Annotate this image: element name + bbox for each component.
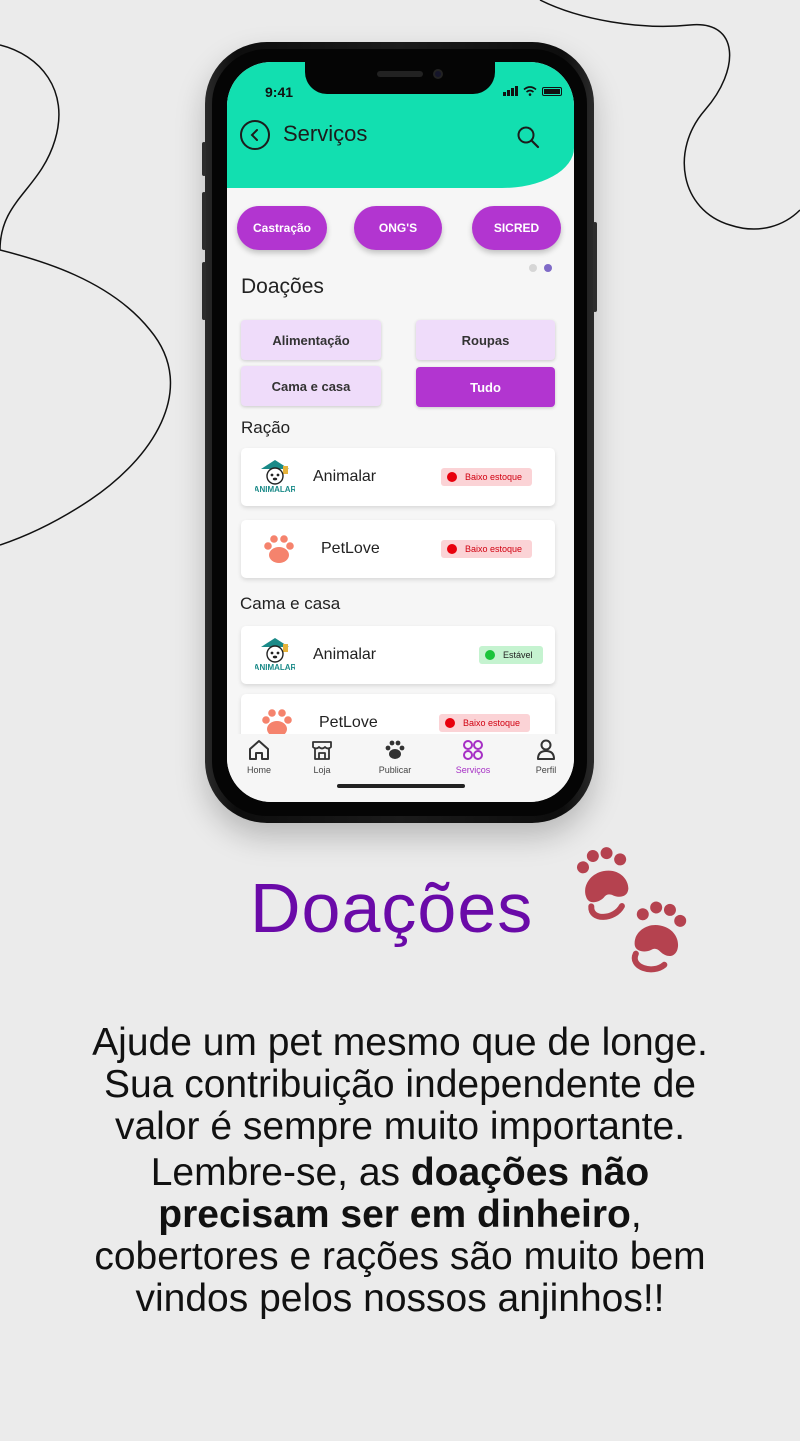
filter-tudo[interactable]: Tudo: [416, 367, 555, 407]
tab-label: Perfil: [535, 765, 557, 775]
carousel-dots: [529, 264, 552, 272]
text-line: Lembre-se, as doações não: [40, 1152, 760, 1194]
paw-prints-icon: [576, 847, 687, 973]
wifi-icon: [523, 86, 537, 96]
home-indicator: [337, 784, 465, 788]
home-icon: [249, 740, 269, 760]
paw-logo: [264, 535, 294, 563]
status-badge: Baixo estoque: [441, 540, 533, 558]
filter-alimentacao[interactable]: Alimentação: [241, 320, 381, 360]
text-line: cobertores e rações são muito bem: [94, 1235, 706, 1278]
animalar-logo: ANIMALAR: [255, 460, 295, 494]
tab-label: Loja: [313, 765, 331, 775]
page-title: Serviços: [283, 121, 368, 146]
filter-cama-casa[interactable]: Cama e casa: [241, 366, 381, 406]
group-title-racao: Ração: [241, 418, 291, 437]
promo-paragraph-1: Ajude um pet mesmo que de longe. Sua con…: [40, 1022, 760, 1148]
tab-servicos[interactable]: Serviços: [443, 738, 503, 775]
text-line: valor é sempre muito importante.: [114, 1105, 686, 1148]
phone-mockup: 9:41 Serviços Castração ONG'S SICRED Doa…: [202, 42, 597, 823]
logo-text: ANIMALAR: [255, 663, 295, 672]
filter-roupas[interactable]: Roupas: [416, 320, 555, 360]
status-badge: Estável: [479, 646, 543, 664]
bold-fragment: doações não: [410, 1151, 650, 1194]
promo-paragraph-2: Lembre-se, as doações não precisam ser e…: [40, 1152, 760, 1320]
tab-loja[interactable]: Loja: [292, 738, 352, 775]
status-badge: Baixo estoque: [441, 468, 533, 486]
app-screen: 9:41 Serviços Castração ONG'S SICRED Doa…: [227, 62, 574, 802]
back-button[interactable]: [240, 120, 270, 150]
status-badge: Baixo estoque: [439, 714, 531, 732]
status-icons: [503, 86, 562, 96]
chip-castracao[interactable]: Castração: [237, 206, 327, 250]
text-fragment: ,: [630, 1193, 642, 1236]
section-title: Doações: [241, 275, 324, 298]
logo-text: ANIMALAR: [255, 485, 295, 494]
item-name: Animalar: [313, 646, 377, 663]
chip-sicred[interactable]: SICRED: [472, 206, 561, 250]
status-time: 9:41: [265, 84, 294, 100]
user-icon: [537, 739, 555, 760]
text-line: Sua contribuição independente de: [104, 1063, 696, 1106]
grid-icon: [463, 740, 483, 760]
chevron-left-icon: [250, 129, 258, 141]
list-item[interactable]: ANIMALAR Animalar Baixo estoque: [241, 448, 555, 506]
promo-title: Doações: [250, 869, 534, 947]
text-line: precisam ser em dinheiro,: [40, 1194, 760, 1236]
tab-perfil[interactable]: Perfil: [516, 738, 574, 775]
tab-publicar[interactable]: Publicar: [365, 738, 425, 775]
list-item[interactable]: ANIMALAR Animalar Estável: [241, 626, 555, 684]
tab-label: Home: [246, 765, 271, 775]
group-title-cama-casa: Cama e casa: [240, 594, 341, 613]
item-name: PetLove: [319, 714, 378, 731]
tab-bar: Home Loja Publicar Serviços Perfil: [227, 734, 574, 802]
store-icon: [312, 741, 332, 760]
text-line: Ajude um pet mesmo que de longe.: [92, 1021, 708, 1064]
chip-ongs[interactable]: ONG'S: [354, 206, 442, 250]
paw-icon: [385, 740, 405, 759]
text-line: vindos pelos nossos anjinhos!!: [135, 1277, 665, 1320]
animalar-logo: ANIMALAR: [255, 638, 295, 672]
tab-label: Serviços: [455, 765, 491, 775]
item-name: Animalar: [313, 468, 377, 485]
battery-icon: [542, 86, 562, 96]
notch: [305, 62, 495, 94]
list-item[interactable]: PetLove Baixo estoque: [241, 520, 555, 578]
signal-icon: [503, 86, 518, 96]
item-name: PetLove: [321, 540, 380, 557]
tab-home[interactable]: Home: [229, 738, 289, 775]
search-icon[interactable]: [515, 124, 541, 150]
bold-fragment: precisam ser em dinheiro: [158, 1193, 631, 1236]
text-fragment: Lembre-se, as: [150, 1151, 411, 1194]
tab-label: Publicar: [378, 765, 412, 775]
